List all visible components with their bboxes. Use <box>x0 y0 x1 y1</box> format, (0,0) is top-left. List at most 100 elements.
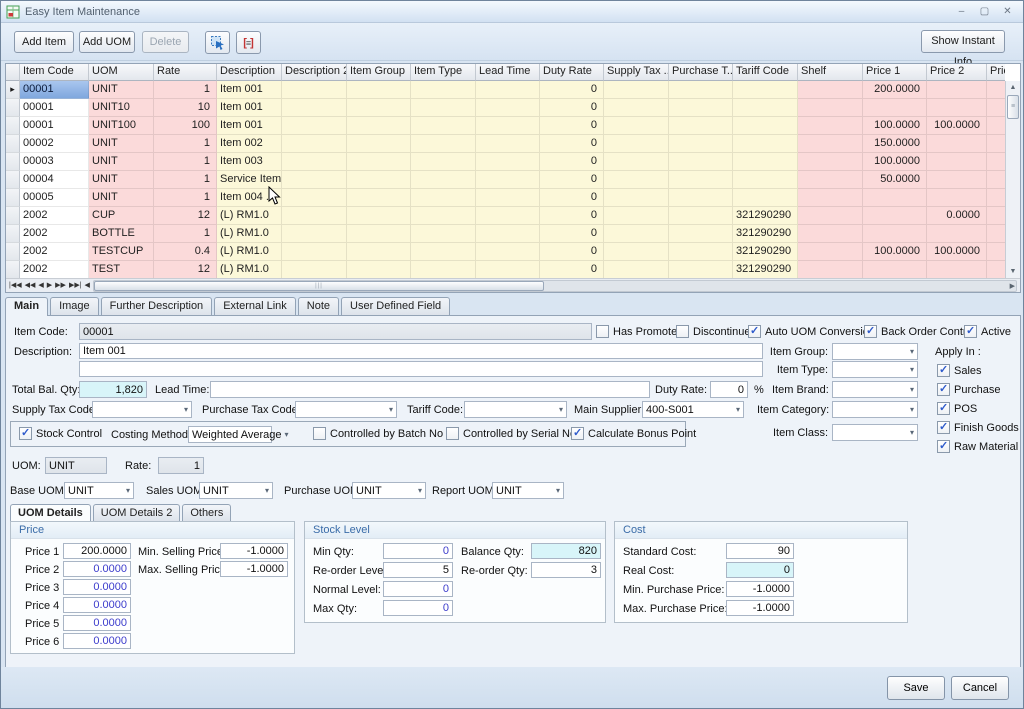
grid-cell[interactable]: UNIT100 <box>89 117 154 135</box>
grid-row[interactable]: 2002BOTTLE1(L) RM1.00321290290 <box>6 225 1005 243</box>
grid-cell[interactable] <box>476 189 540 207</box>
column-header-item-type[interactable]: Item Type <box>411 64 476 81</box>
grid-cell[interactable]: 1 <box>154 225 217 243</box>
grid-cell[interactable] <box>411 189 476 207</box>
tab-external-link[interactable]: External Link <box>214 297 296 315</box>
grid-cell[interactable] <box>733 189 798 207</box>
grid-cell[interactable] <box>476 135 540 153</box>
column-header-price-2[interactable]: Price 2 <box>927 64 987 81</box>
grid-cell[interactable] <box>282 153 347 171</box>
grid-cell[interactable] <box>733 153 798 171</box>
grid-cell[interactable]: (L) RM1.0 <box>217 225 282 243</box>
grid-cell[interactable] <box>411 207 476 225</box>
grid-cell[interactable]: 0 <box>540 189 604 207</box>
grid-cell[interactable] <box>927 135 987 153</box>
grid-cell[interactable] <box>347 261 411 279</box>
grid-cell[interactable] <box>987 225 1005 243</box>
purchase-tax-code-dropdown[interactable] <box>295 401 397 418</box>
navigator-button[interactable]: ◀ <box>38 280 43 292</box>
grid-cell[interactable]: CUP <box>89 207 154 225</box>
controlled-by-serial-checkbox[interactable]: Controlled by Serial No <box>446 427 576 440</box>
grid-cell[interactable] <box>863 225 927 243</box>
grid-cell[interactable] <box>282 117 347 135</box>
grid-cell[interactable] <box>604 81 669 99</box>
grid-cell[interactable] <box>476 225 540 243</box>
grid-cell[interactable]: 1 <box>154 189 217 207</box>
grid-cell[interactable]: (L) RM1.0 <box>217 261 282 279</box>
balance-qty-field[interactable] <box>531 543 601 559</box>
grid-row[interactable]: 00005UNIT1Item 004 ...0 <box>6 189 1005 207</box>
grid-cell[interactable] <box>347 225 411 243</box>
grid-cell[interactable] <box>863 261 927 279</box>
grid-cell[interactable]: Item 001 <box>217 81 282 99</box>
total-bal-qty-field[interactable] <box>79 381 147 398</box>
supply-tax-code-dropdown[interactable] <box>92 401 192 418</box>
grid-cell[interactable] <box>604 207 669 225</box>
grid-cell[interactable] <box>669 99 733 117</box>
grid-cell[interactable]: Item 001 <box>217 117 282 135</box>
grid-cell[interactable]: 100.0000 <box>927 243 987 261</box>
grid-cell[interactable] <box>476 99 540 117</box>
apply-in-pos-checkbox[interactable]: POS <box>937 402 977 415</box>
has-promoter-checkbox[interactable]: Has Promoter <box>596 325 681 338</box>
grid-cell[interactable]: 0 <box>540 153 604 171</box>
grid-cell[interactable] <box>411 225 476 243</box>
column-header-shelf[interactable]: Shelf <box>798 64 863 81</box>
grid-cell[interactable]: 00001 <box>20 81 89 99</box>
grid-cell[interactable]: 0 <box>540 207 604 225</box>
grid-cell[interactable] <box>347 99 411 117</box>
grid-cell[interactable] <box>411 171 476 189</box>
scroll-down-icon[interactable]: ▼ <box>1006 265 1020 278</box>
column-header-supply-tax[interactable]: Supply Tax ... <box>604 64 669 81</box>
costing-method-dropdown[interactable]: Weighted Average <box>188 426 272 443</box>
controlled-by-batch-checkbox[interactable]: Controlled by Batch No <box>313 427 443 440</box>
grid-cell[interactable]: TEST <box>89 261 154 279</box>
report-uom-dropdown[interactable]: UNIT <box>492 482 564 499</box>
maximize-icon[interactable]: ▢ <box>975 4 994 19</box>
grid-cell[interactable]: 00004 <box>20 171 89 189</box>
grid-cell[interactable] <box>987 135 1005 153</box>
grid-cell[interactable] <box>798 117 863 135</box>
add-uom-button[interactable]: Add UOM <box>79 31 135 53</box>
grid-cell[interactable] <box>604 243 669 261</box>
grid-cell[interactable] <box>798 153 863 171</box>
item-category-dropdown[interactable] <box>832 401 918 418</box>
save-button[interactable]: Save <box>887 676 945 700</box>
grid-cell[interactable] <box>863 189 927 207</box>
grid-cell[interactable] <box>347 207 411 225</box>
grid-cell[interactable] <box>987 261 1005 279</box>
grid-cell[interactable]: 2002 <box>20 261 89 279</box>
grid-cell[interactable] <box>798 189 863 207</box>
grid-cell[interactable] <box>476 261 540 279</box>
active-checkbox[interactable]: Active <box>964 325 1011 338</box>
grid-row[interactable]: 00001UNIT100100Item 0010100.0000100.0000 <box>6 117 1005 135</box>
max-purchase-price-field[interactable] <box>726 600 794 616</box>
grid-cell[interactable]: UNIT <box>89 189 154 207</box>
grid-cell[interactable] <box>347 117 411 135</box>
horizontal-scroll-thumb[interactable]: ||| <box>94 281 544 291</box>
grid-cell[interactable]: 1 <box>154 81 217 99</box>
re-order-qty-field[interactable] <box>531 562 601 578</box>
column-header-tariff-code[interactable]: Tariff Code <box>733 64 798 81</box>
scroll-right-icon[interactable]: ▶ <box>1010 281 1015 292</box>
tab-user-defined-field[interactable]: User Defined Field <box>341 297 450 315</box>
grid-cell[interactable]: 12 <box>154 261 217 279</box>
grid-cell[interactable] <box>733 81 798 99</box>
grid-cell[interactable] <box>927 153 987 171</box>
grid-cell[interactable]: 00002 <box>20 135 89 153</box>
tab-main[interactable]: Main <box>5 297 48 316</box>
grid-cell[interactable]: UNIT <box>89 153 154 171</box>
tab-further-description[interactable]: Further Description <box>101 297 213 315</box>
grid-cell[interactable] <box>282 207 347 225</box>
grid-cell[interactable] <box>347 135 411 153</box>
grid-cell[interactable] <box>476 81 540 99</box>
grid-cell[interactable] <box>604 189 669 207</box>
grid-cell[interactable] <box>411 153 476 171</box>
grid-row[interactable]: 00002UNIT1Item 0020150.0000 <box>6 135 1005 153</box>
grid-cell[interactable] <box>476 207 540 225</box>
column-header-rate[interactable]: Rate <box>154 64 217 81</box>
grid-cell[interactable] <box>347 189 411 207</box>
vertical-scrollbar[interactable]: ▲ ≡ ▼ <box>1005 81 1020 278</box>
grid-cell[interactable] <box>927 99 987 117</box>
grid-cell[interactable] <box>927 225 987 243</box>
